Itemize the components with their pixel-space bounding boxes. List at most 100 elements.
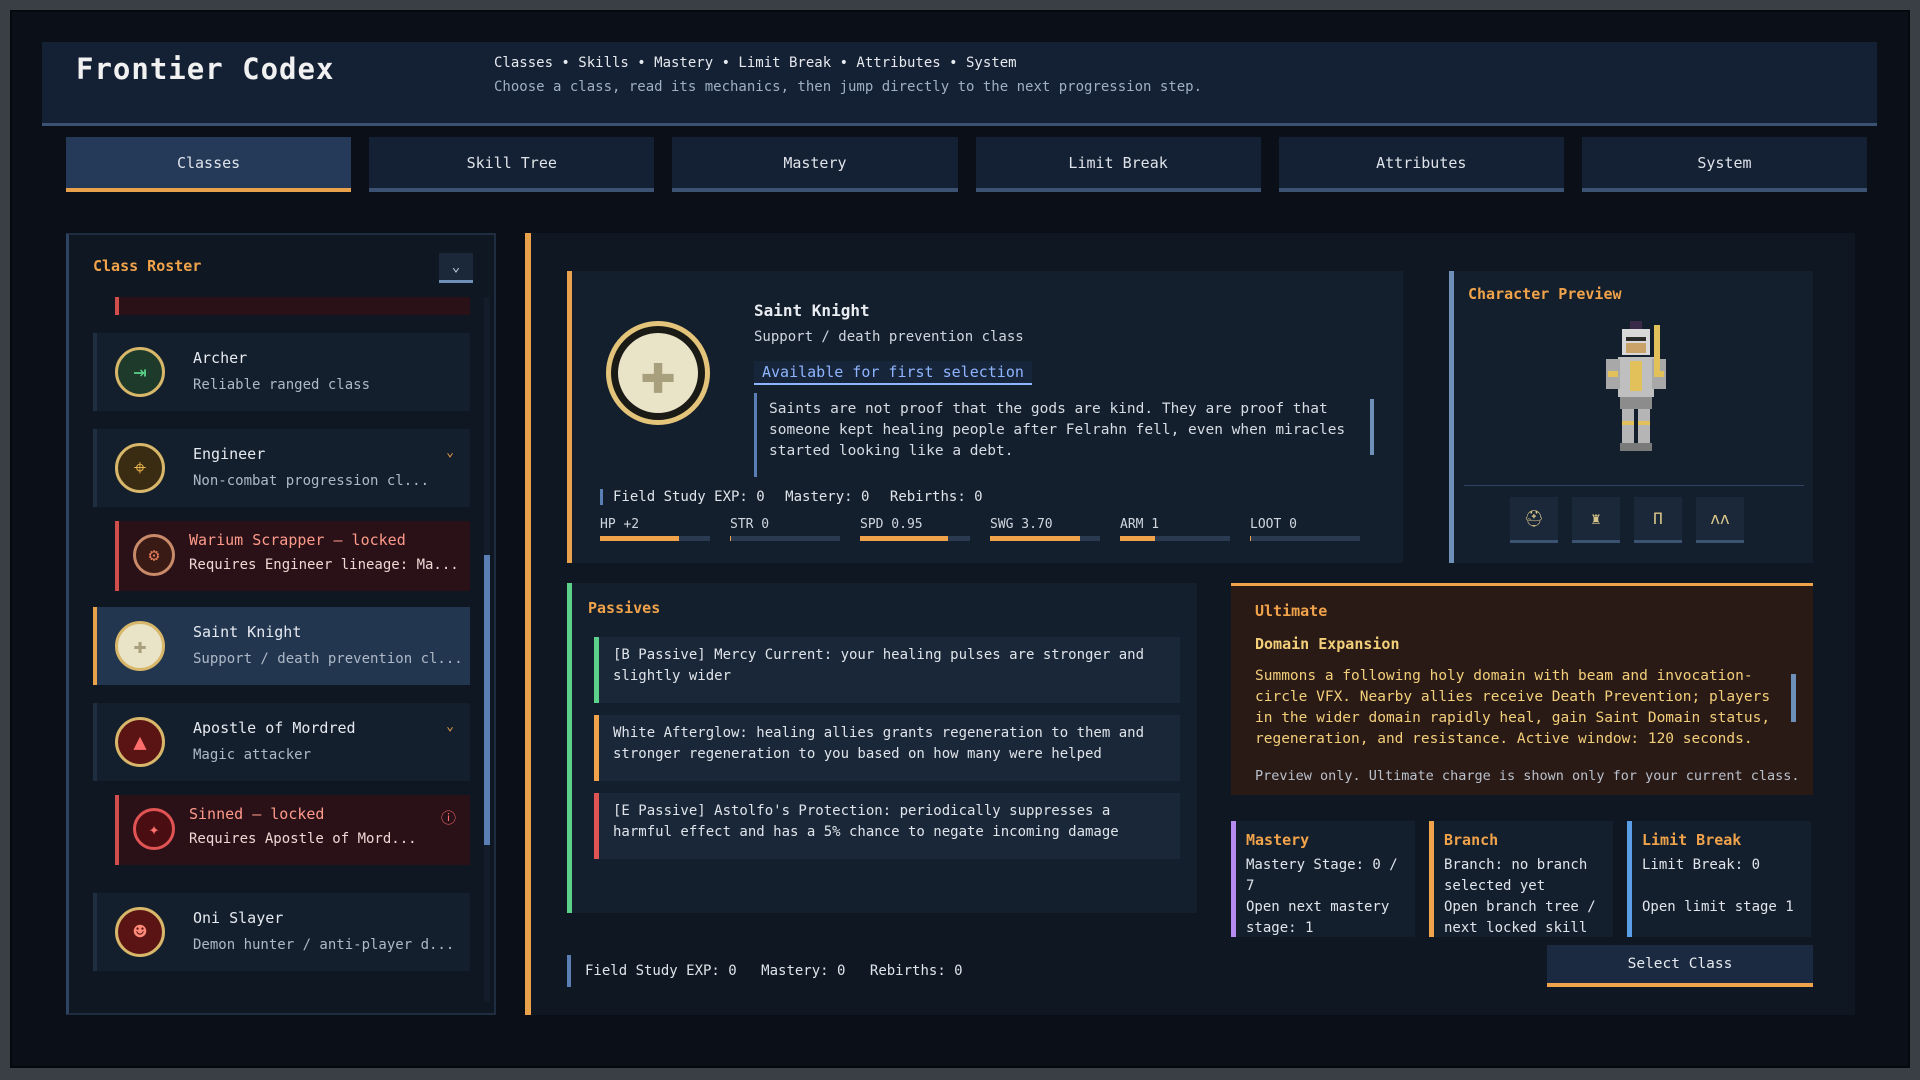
stat-fill <box>990 536 1081 541</box>
lore-scrollbar[interactable] <box>1370 399 1374 455</box>
roster-item-desc: Magic attacker <box>193 747 312 763</box>
class-name: Saint Knight <box>754 301 870 320</box>
class-detail-panel: ✚ Saint Knight Support / death preventio… <box>525 233 1855 1015</box>
header-bar: Frontier Codex Classes • Skills • Master… <box>42 42 1877 126</box>
stat-label: ARM 1 <box>1120 517 1160 532</box>
stat-label: LOOT 0 <box>1250 517 1297 532</box>
ultimate-name: Domain Expansion <box>1255 635 1400 653</box>
helmet-icon[interactable]: ⛑ <box>1510 497 1558 543</box>
tab-bar: Classes Skill Tree Mastery Limit Break A… <box>66 137 1868 192</box>
character-preview-card: Character Preview ⛑ ♜ Π ʌʌ <box>1449 271 1813 563</box>
tab-attributes[interactable]: Attributes <box>1278 137 1564 192</box>
roster-item-name: Sinned — locked <box>189 805 325 823</box>
roster-collapse-button[interactable]: ⌄ <box>439 253 473 283</box>
mastery-count: Mastery: 0 <box>761 963 846 979</box>
footer-progress-summary: Field Study EXP: 0 Mastery: 0 Rebirths: … <box>567 955 993 987</box>
passive-item[interactable]: [E Passive] Astolfo's Protection: period… <box>594 793 1180 859</box>
roster-item-engineer[interactable]: ⌖ Engineer Non-combat progression cl... … <box>93 429 470 507</box>
open-limit-link[interactable]: Open limit stage 1 <box>1642 897 1801 918</box>
roster-item-name: Oni Slayer <box>193 909 284 927</box>
limit-status: Limit Break: 0 <box>1642 857 1761 873</box>
mastery-card[interactable]: Mastery Mastery Stage: 0 / 7 Open next m… <box>1231 821 1415 937</box>
stat-label: HP +2 <box>600 517 640 532</box>
stat-track <box>1250 536 1360 541</box>
holy-cross-icon: ✚ <box>115 621 165 671</box>
class-emblem: ✚ <box>606 321 710 425</box>
class-lore: Saints are not proof that the gods are k… <box>754 393 1374 477</box>
branch-card[interactable]: Branch Branch: no branch selected yet Op… <box>1429 821 1613 937</box>
class-info-card: ✚ Saint Knight Support / death preventio… <box>567 271 1403 563</box>
arrow-target-icon: ⇥ <box>115 347 165 397</box>
limit-card-title: Limit Break <box>1642 831 1742 849</box>
tab-classes[interactable]: Classes <box>66 137 352 192</box>
stat-track <box>990 536 1100 541</box>
passive-item[interactable]: White Afterglow: healing allies grants r… <box>594 715 1180 781</box>
stat-track <box>730 536 840 541</box>
passives-card: Passives [B Passive] Mercy Current: your… <box>567 583 1197 913</box>
leggings-icon[interactable]: Π <box>1634 497 1682 543</box>
chevron-down-icon[interactable]: ⌄ <box>446 719 454 734</box>
stat-swg: SWG 3.70 <box>990 517 1100 541</box>
open-mastery-link[interactable]: Open next mastery stage: 1 <box>1246 897 1405 937</box>
select-class-button[interactable]: Select Class <box>1547 945 1813 987</box>
roster-item-name: Apostle of Mordred <box>193 719 356 737</box>
open-branch-link[interactable]: Open branch tree / next locked skill <box>1444 897 1603 937</box>
header-nav: Classes • Skills • Mastery • Limit Break… <box>494 55 1017 71</box>
roster-item-oni-slayer[interactable]: ☻ Oni Slayer Demon hunter / anti-player … <box>93 893 470 971</box>
ultimate-scrollbar[interactable] <box>1791 674 1796 722</box>
knight-character-sprite[interactable] <box>1596 321 1676 461</box>
rebirth-count: Rebirths: 0 <box>889 489 983 505</box>
stat-fill <box>730 536 732 541</box>
red-star-icon: ✦ <box>133 808 175 850</box>
roster-item-sinned[interactable]: ✦ Sinned — locked Requires Apostle of Mo… <box>115 795 470 865</box>
roster-item-warium-scrapper[interactable]: ⚙ Warium Scrapper — locked Requires Engi… <box>115 521 470 591</box>
ultimate-title: Ultimate <box>1255 602 1328 620</box>
stat-str: STR 0 <box>730 517 840 541</box>
mastery-stage: Mastery Stage: 0 / 7 <box>1246 857 1398 894</box>
roster-title: Class Roster <box>93 257 202 275</box>
oni-mask-icon: ☻ <box>115 907 165 957</box>
roster-item-desc: Requires Engineer lineage: Ma... <box>189 557 459 573</box>
stat-loot: LOOT 0 <box>1250 517 1360 541</box>
tab-limit-break[interactable]: Limit Break <box>975 137 1261 192</box>
roster-item-hidden[interactable] <box>115 297 470 315</box>
roster-item-desc: Reliable ranged class <box>193 377 371 393</box>
rebirth-count: Rebirths: 0 <box>869 963 963 979</box>
roster-item-apostle-of-mordred[interactable]: ▲ Apostle of Mordred Magic attacker ⌄ <box>93 703 470 781</box>
stat-label: STR 0 <box>730 517 770 532</box>
holy-cross-icon: ✚ <box>618 333 698 413</box>
class-role: Support / death prevention class <box>754 329 1024 345</box>
roster-item-archer[interactable]: ⇥ Archer Reliable ranged class <box>93 333 470 411</box>
chevron-down-icon[interactable]: ⌄ <box>446 445 454 460</box>
chestplate-icon[interactable]: ♜ <box>1572 497 1620 543</box>
tab-system[interactable]: System <box>1581 137 1868 192</box>
equipment-slots: ⛑ ♜ Π ʌʌ <box>1510 497 1744 543</box>
stat-label: SWG 3.70 <box>990 517 1053 532</box>
roster-list: ⇥ Archer Reliable ranged class ⌖ Enginee… <box>93 297 470 1002</box>
app-title: Frontier Codex <box>76 52 335 86</box>
roster-item-name: Warium Scrapper — locked <box>189 531 406 549</box>
stat-fill <box>1250 536 1252 541</box>
roster-item-desc: Support / death prevention cl... <box>193 651 463 667</box>
tab-skill-tree[interactable]: Skill Tree <box>369 137 655 192</box>
boots-icon[interactable]: ʌʌ <box>1696 497 1744 543</box>
preview-title: Character Preview <box>1468 285 1622 303</box>
passive-item[interactable]: [B Passive] Mercy Current: your healing … <box>594 637 1180 703</box>
stat-label: SPD 0.95 <box>860 517 923 532</box>
ultimate-card: Ultimate Domain Expansion Summons a foll… <box>1231 583 1813 795</box>
stat-fill <box>1120 536 1156 541</box>
mastery-card-title: Mastery <box>1246 831 1310 849</box>
roster-item-saint-knight[interactable]: ✚ Saint Knight Support / death preventio… <box>93 607 470 685</box>
stat-fill <box>600 536 680 541</box>
stat-arm: ARM 1 <box>1120 517 1230 541</box>
roster-scrollbar-thumb[interactable] <box>484 555 490 845</box>
stat-track <box>1120 536 1230 541</box>
tab-mastery[interactable]: Mastery <box>672 137 958 192</box>
stat-track <box>860 536 970 541</box>
gear-cross-icon: ⌖ <box>115 443 165 493</box>
progress-summary: Field Study EXP: 0 Mastery: 0 Rebirths: … <box>600 489 995 505</box>
branch-status: Branch: no branch selected yet <box>1444 857 1588 894</box>
stat-spd: SPD 0.95 <box>860 517 970 541</box>
passives-title: Passives <box>588 599 661 617</box>
limit-break-card[interactable]: Limit Break Limit Break: 0 Open limit st… <box>1627 821 1811 937</box>
